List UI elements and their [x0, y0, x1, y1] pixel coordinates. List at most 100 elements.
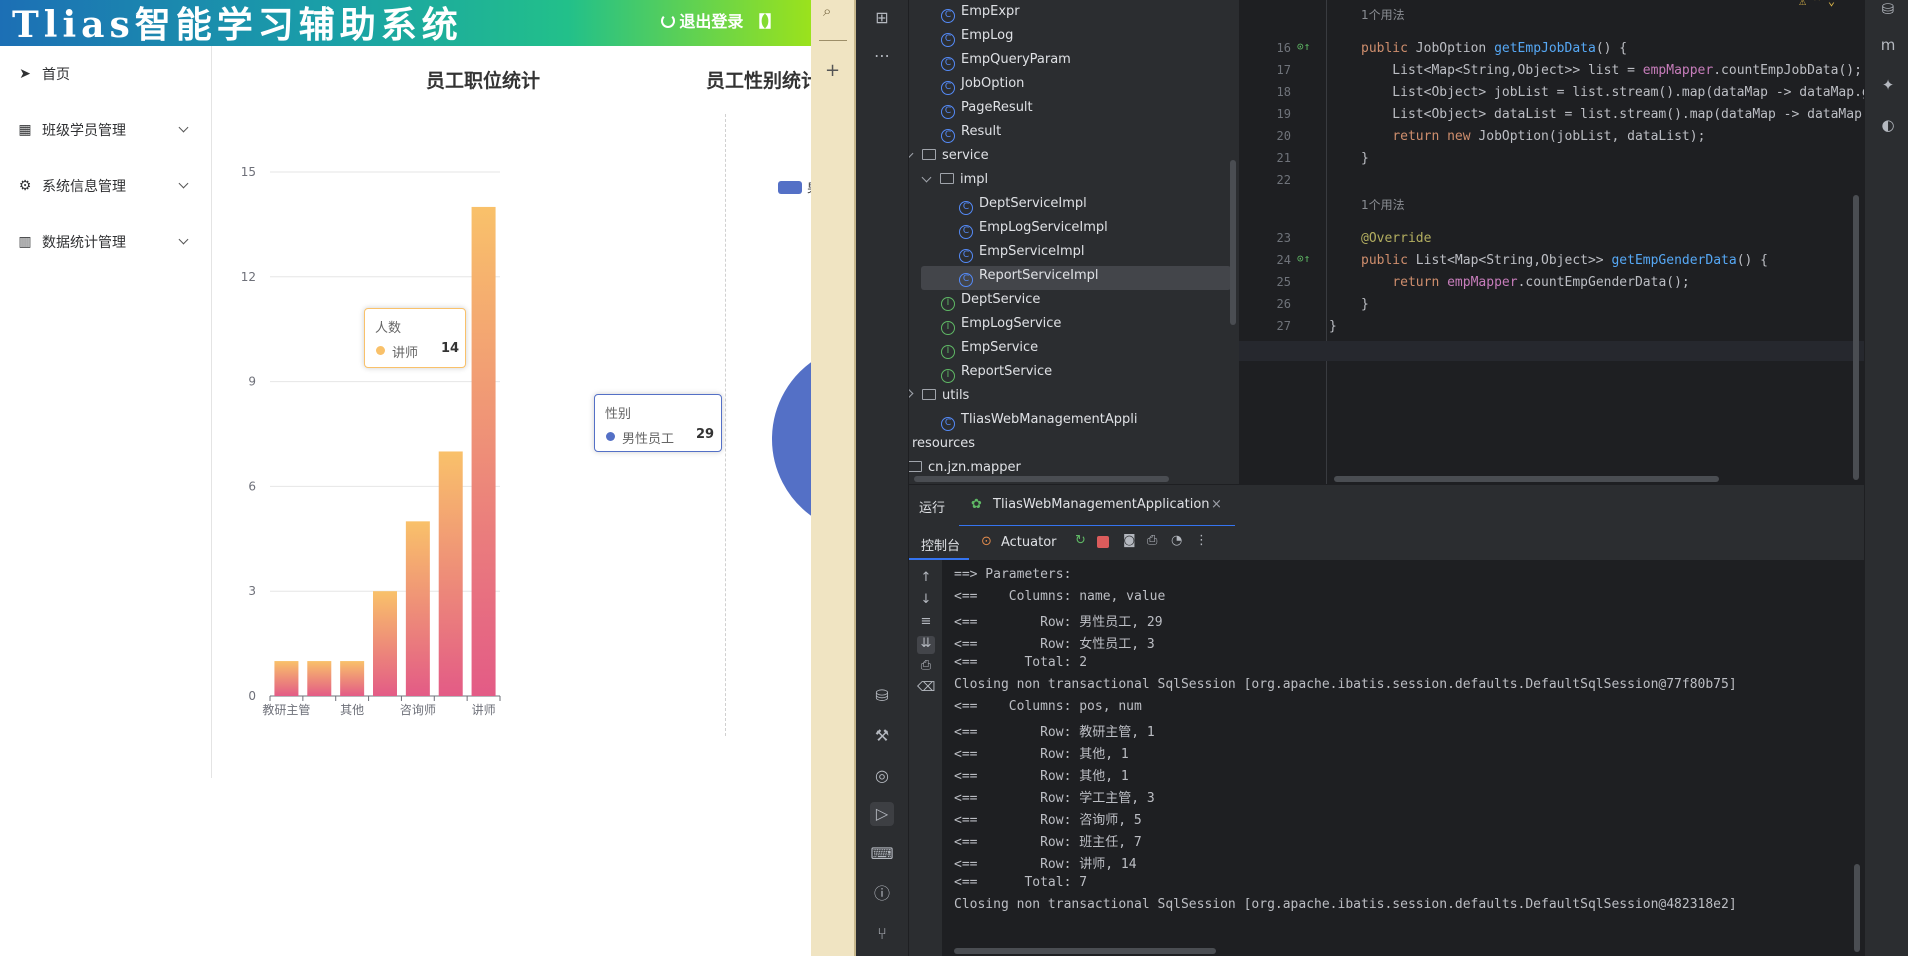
tree-item[interactable]: C ReportServiceImpl	[959, 264, 1099, 288]
camera-icon[interactable]: ◙	[1123, 533, 1136, 548]
tree-item[interactable]: I EmpService	[941, 336, 1038, 360]
menu-item-statistics[interactable]: ▥ 数据统计管理	[0, 214, 211, 270]
line-number: 24	[1276, 253, 1291, 267]
tree-item[interactable]: C PageResult	[941, 96, 1033, 120]
tree-item[interactable]: resources	[909, 432, 975, 456]
menu-item-class-student[interactable]: ▦ 班级学员管理	[0, 102, 211, 158]
terminal-icon[interactable]: ⌨	[870, 842, 894, 866]
tree-item[interactable]: C EmpLog	[941, 24, 1013, 48]
tree-item[interactable]: C JobOption	[941, 72, 1024, 96]
menu-item-label: 班级学员管理	[42, 123, 126, 139]
code-line: return new JobOption(jobList, dataList);	[1392, 129, 1706, 144]
legend-swatch[interactable]	[778, 181, 802, 194]
bar[interactable]	[274, 661, 299, 696]
print-icon[interactable]: ⎙	[917, 658, 935, 676]
rerun-icon[interactable]: ↻	[1075, 533, 1086, 548]
more-icon[interactable]: ⋯	[870, 44, 894, 68]
run-tab[interactable]: 运行	[919, 497, 945, 516]
ai-assistant-icon[interactable]: ✦	[1877, 76, 1899, 98]
code-line: }	[1329, 319, 1337, 334]
menu-item-home[interactable]: ➤ 首页	[0, 46, 211, 102]
app-run-tab[interactable]: ✿ TliasWebManagementApplication ×	[959, 485, 1235, 527]
bar[interactable]	[373, 591, 397, 696]
usage-hint[interactable]: 1个用法	[1361, 196, 1405, 213]
tree-item-label: EmpLogService	[961, 316, 1062, 331]
chevron-right-icon[interactable]	[909, 388, 914, 399]
logout-label: 退出登录	[679, 12, 744, 31]
override-gutter-icon[interactable]: ⊙↑	[1297, 252, 1310, 265]
line-number: 17	[1276, 63, 1291, 77]
arrow-down-icon[interactable]: ↓	[917, 592, 935, 610]
notifications-icon[interactable]: ◐	[1877, 116, 1899, 138]
tree-item[interactable]: impl	[921, 168, 988, 192]
chevron-down-icon[interactable]	[921, 172, 932, 183]
tree-v-scrollbar[interactable]	[1230, 160, 1236, 325]
problems-icon[interactable]: ⓘ	[870, 882, 894, 906]
gender-chart-title: 员工性别统计	[705, 70, 811, 92]
close-icon[interactable]: ×	[1211, 497, 1222, 512]
line-number: 21	[1276, 151, 1291, 165]
tree-item[interactable]: C EmpExpr	[941, 0, 1020, 24]
git-icon[interactable]: ⑂	[870, 922, 894, 946]
structure-icon[interactable]: ⊞	[870, 6, 894, 30]
menu-item-label: 数据统计管理	[42, 235, 126, 251]
menu-item-system-info[interactable]: ⚙ 系统信息管理	[0, 158, 211, 214]
arrow-up-icon[interactable]: ↑	[917, 570, 935, 588]
tree-item[interactable]: I DeptService	[941, 288, 1040, 312]
logout-button[interactable]: 退出登录 【】	[661, 8, 781, 32]
tree-item[interactable]: I ReportService	[941, 360, 1052, 384]
stop-icon[interactable]	[1097, 536, 1109, 548]
scroll-to-end-icon[interactable]: ⇊	[917, 636, 935, 654]
left-toolwindow-bar: ⊞ ⋯ ⛁ ⚒ ◎ ▷ ⌨ ⓘ ⑂	[856, 0, 909, 956]
add-icon[interactable]: +	[825, 60, 840, 81]
tree-item[interactable]: C Result	[941, 120, 1001, 144]
build-icon[interactable]: ⚒	[870, 724, 894, 748]
bar[interactable]	[405, 521, 430, 696]
usage-hint[interactable]: 1个用法	[1361, 6, 1405, 23]
services-icon[interactable]: ◎	[870, 764, 894, 788]
tree-item[interactable]: C EmpLogServiceImpl	[959, 216, 1108, 240]
dump-icon[interactable]: ⎙	[1147, 533, 1157, 548]
console-v-scrollbar[interactable]	[1854, 864, 1860, 952]
console-tab[interactable]: 控制台	[909, 526, 969, 560]
run-icon[interactable]: ▷	[870, 802, 894, 826]
code-line: @Override	[1361, 231, 1432, 246]
bar[interactable]	[438, 451, 463, 696]
maven-icon[interactable]: m	[1877, 36, 1899, 58]
search-icon[interactable]: ⌕	[823, 2, 831, 20]
tree-h-scrollbar[interactable]	[914, 476, 1169, 482]
run-tool-header: 运行 ✿ TliasWebManagementApplication ×	[909, 484, 1864, 527]
code-editor[interactable]: 16171819202122232425262728⊙↑⊙↑ 1个用法1个用法p…	[1239, 0, 1864, 484]
warning-icon[interactable]: ⚠ ⌃ ⌄	[1799, 0, 1835, 8]
tree-item[interactable]: C DeptServiceImpl	[959, 192, 1087, 216]
trash-icon[interactable]: ⌫	[917, 680, 935, 698]
editor-h-scrollbar[interactable]	[1334, 476, 1719, 482]
tree-item[interactable]: C TliasWebManagementAppli	[941, 408, 1138, 432]
tree-item[interactable]: C EmpServiceImpl	[959, 240, 1085, 264]
editor-v-scrollbar[interactable]	[1853, 195, 1859, 480]
donut-slice[interactable]	[770, 343, 811, 526]
console-h-scrollbar[interactable]	[954, 948, 1216, 954]
main-content: 员工职位统计 员工性别统计 0 3 6 9 12 15 教研主管 其他 咨询师 讲师 人数 讲师 …	[213, 46, 811, 778]
bar[interactable]	[471, 206, 496, 696]
database-icon[interactable]: ⛁	[1877, 0, 1899, 22]
actuator-tab[interactable]: Actuator	[1001, 535, 1057, 550]
database-icon[interactable]: ⛁	[870, 684, 894, 708]
class-icon: C	[959, 201, 973, 215]
chevron-down-icon[interactable]	[909, 148, 914, 159]
console-output[interactable]: ==> Parameters: <== Columns: name, value…	[942, 560, 1864, 956]
tree-item[interactable]: I EmpLogService	[941, 312, 1061, 336]
impl-gutter-icon[interactable]: ⊙↑	[1297, 40, 1310, 53]
soft-wrap-icon[interactable]: ≡	[917, 614, 935, 632]
gear-icon: ⚙	[18, 178, 32, 194]
profiler-icon[interactable]: ◔	[1171, 533, 1182, 548]
tree-item-label: EmpServiceImpl	[979, 244, 1085, 259]
tree-item[interactable]: C EmpQueryParam	[941, 48, 1071, 72]
tree-item[interactable]: service	[909, 144, 989, 168]
bar[interactable]	[307, 661, 332, 696]
bar[interactable]	[340, 661, 365, 696]
tree-item[interactable]: utils	[909, 384, 969, 408]
app-title: Tlias智能学习辅助系统	[12, 4, 463, 46]
more-icon[interactable]: ⋮	[1195, 533, 1208, 548]
console-line: <== Row: 其他, 1	[954, 769, 1129, 784]
